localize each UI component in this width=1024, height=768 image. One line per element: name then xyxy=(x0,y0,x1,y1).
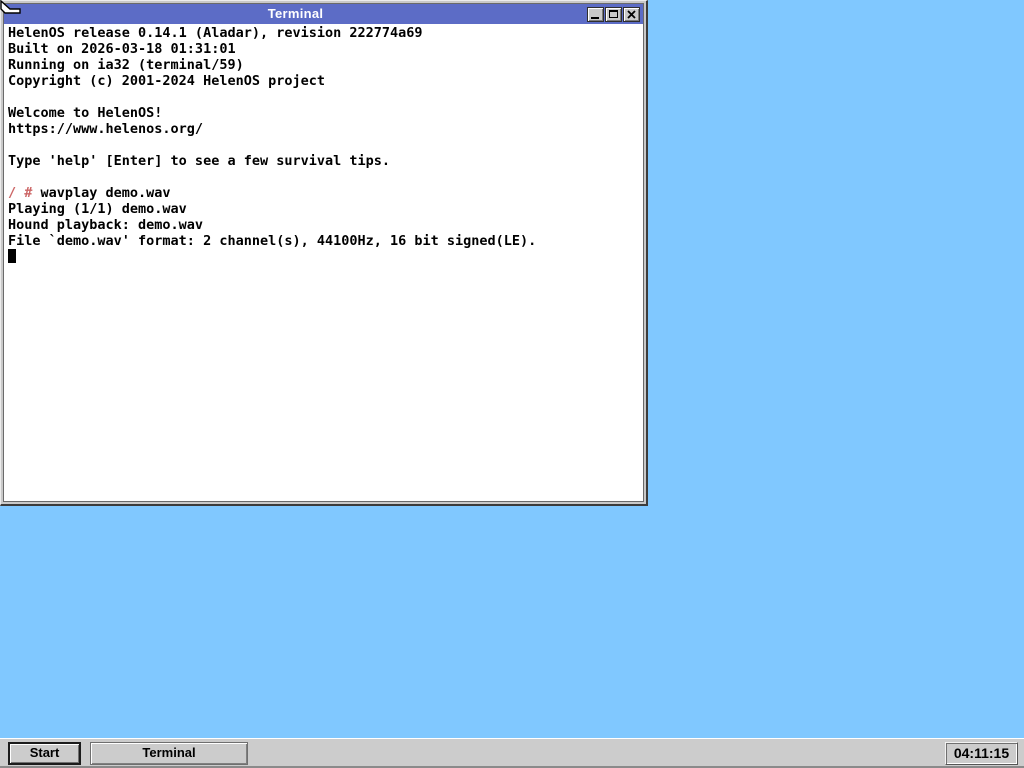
terminal-output-area[interactable]: HelenOS release 0.14.1 (Aladar), revisio… xyxy=(4,24,643,501)
minimize-button[interactable] xyxy=(587,7,604,22)
terminal-playback-output: Playing (1/1) demo.wav Hound playback: d… xyxy=(8,201,536,249)
taskbar-clock: 04:11:15 xyxy=(945,742,1018,765)
window-title: Terminal xyxy=(4,4,587,24)
terminal-text: HelenOS release 0.14.1 (Aladar), revisio… xyxy=(8,25,643,265)
terminal-window: Terminal HelenOS release 0.14.1 (Aladar)… xyxy=(0,0,648,506)
window-titlebar[interactable]: Terminal xyxy=(4,4,643,24)
terminal-cursor xyxy=(8,249,16,263)
maximize-icon xyxy=(609,10,618,18)
terminal-window-inner: Terminal HelenOS release 0.14.1 (Aladar)… xyxy=(3,3,644,502)
maximize-button[interactable] xyxy=(605,7,622,22)
terminal-boot-text: HelenOS release 0.14.1 (Aladar), revisio… xyxy=(8,25,423,169)
close-button[interactable] xyxy=(623,7,640,22)
minimize-icon xyxy=(591,17,599,19)
taskbar-item-terminal[interactable]: Terminal xyxy=(90,742,248,765)
window-controls xyxy=(587,7,643,22)
start-button[interactable]: Start xyxy=(8,742,81,765)
shell-command: wavplay demo.wav xyxy=(32,185,170,201)
shell-prompt: / # xyxy=(8,185,32,201)
taskbar: Start Terminal 04:11:15 xyxy=(0,738,1024,768)
desktop: { "desktop": { "background_color": "#80C… xyxy=(0,0,1024,768)
close-icon xyxy=(627,10,636,19)
